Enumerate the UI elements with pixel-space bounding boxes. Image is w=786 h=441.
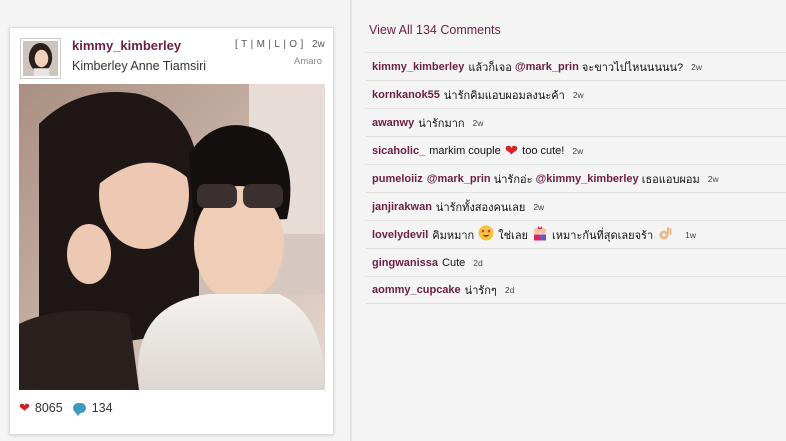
comment-item: sicaholic_ markim couple ❤ too cute! 2w xyxy=(366,136,786,164)
share-links: [ T | M | L | O ] xyxy=(235,39,304,50)
comment-item: kornkanok55 น่ารักคิมแอบผอมลงนะค้า 2w xyxy=(366,80,786,108)
comment-item: lovelydevil คิมหมาก ใช่เลย เหมาะกันที่สุ… xyxy=(366,220,786,248)
comment-time: 2w xyxy=(533,201,545,212)
comment-username[interactable]: kimmy_kimberley xyxy=(372,61,464,73)
filter-name: Amaro xyxy=(294,56,322,67)
post-card: kimmy_kimberley Kimberley Anne Tiamsiri … xyxy=(9,27,334,435)
comment-time: 2w xyxy=(572,89,584,100)
comment-bubble-icon[interactable] xyxy=(72,403,86,416)
comment-mention-2[interactable]: @kimmy_kimberley xyxy=(536,173,639,185)
comment-text: markim couple xyxy=(429,144,501,157)
comment-username[interactable]: janjirakwan xyxy=(372,201,432,213)
view-all-comments-link[interactable]: View All 134 Comments xyxy=(369,23,501,37)
comment-item: aommy_cupcake น่ารักๆ 2d xyxy=(366,276,786,304)
comment-username[interactable]: sicaholic_ xyxy=(372,145,425,157)
comment-mention[interactable]: @mark_prin xyxy=(515,61,579,73)
comment-username[interactable]: pumeloiiz xyxy=(372,173,423,185)
comment-time: 2w xyxy=(572,145,584,156)
like-count: 8065 xyxy=(34,401,63,415)
avatar[interactable] xyxy=(20,38,61,79)
comment-list: kimmy_kimberley แล้วก็เจอ @mark_prin จะข… xyxy=(366,52,786,304)
comment-item: kimmy_kimberley แล้วก็เจอ @mark_prin จะข… xyxy=(366,52,786,80)
comment-time: 2d xyxy=(504,285,515,295)
post-full-name: Kimberley Anne Tiamsiri xyxy=(72,59,207,73)
comment-text: แล้วก็เจอ xyxy=(468,61,512,74)
heart-icon: ❤ xyxy=(504,142,519,160)
comment-text-2: ใช่เลย xyxy=(498,229,529,242)
post-username[interactable]: kimmy_kimberley xyxy=(72,38,181,53)
comment-username[interactable]: kornkanok55 xyxy=(372,89,440,101)
comment-time: 2w xyxy=(472,117,484,128)
comment-text: น่ารักมาก xyxy=(418,117,465,130)
share-m-link[interactable]: M xyxy=(257,39,266,50)
share-o-link[interactable]: O xyxy=(289,39,297,50)
comment-text-3: เหมาะกันที่สุดเลยจร้า xyxy=(552,229,654,242)
comment-item: janjirakwan น่ารักทั้งสองคนเลย 2w xyxy=(366,192,786,220)
comment-time: 1w xyxy=(685,229,697,240)
comment-text: Cute xyxy=(442,256,466,269)
share-t-link[interactable]: T xyxy=(241,39,247,50)
comment-username[interactable]: gingwanissa xyxy=(372,257,438,269)
comment-username[interactable]: aommy_cupcake xyxy=(372,284,461,296)
comment-text: น่ารักๆ xyxy=(464,285,497,297)
comment-count: 134 xyxy=(91,401,113,415)
avatar-image xyxy=(23,41,58,76)
comment-time: 2w xyxy=(707,173,719,184)
stats-row: ❤ 8065 134 xyxy=(19,400,113,416)
column-divider xyxy=(350,0,352,441)
comment-text-2: เธอแอบผอม xyxy=(641,173,700,186)
comment-time: 2d xyxy=(473,257,483,268)
comment-text-2: too cute! xyxy=(522,144,565,157)
post-photo[interactable] xyxy=(19,84,325,390)
heart-icon[interactable]: ❤ xyxy=(19,400,30,416)
comment-item: gingwanissa Cute 2d xyxy=(366,248,786,276)
post-age: 2w xyxy=(312,39,325,50)
comment-text: น่ารักอ่ะ xyxy=(493,173,533,186)
comment-text-2: จะขาวไปไหนนนนน? xyxy=(581,61,684,74)
heart-eyes-icon xyxy=(478,225,494,244)
comment-text: น่ารักทั้งสองคนเลย xyxy=(435,201,526,214)
comment-username[interactable]: awanwy xyxy=(372,117,414,129)
share-l-link[interactable]: L xyxy=(274,39,280,50)
comment-text: น่ารักคิมแอบผอมลงนะค้า xyxy=(443,89,565,102)
comment-item: awanwy น่ารักมาก 2w xyxy=(366,108,786,136)
comment-text: คิมหมาก xyxy=(432,229,475,242)
couple-kiss-icon xyxy=(532,225,548,244)
ok-hand-icon xyxy=(657,225,673,244)
comment-username[interactable]: lovelydevil xyxy=(372,229,428,241)
comment-item: pumeloiiz @mark_prin น่ารักอ่ะ @kimmy_ki… xyxy=(366,164,786,192)
comment-time: 2w xyxy=(691,61,702,72)
comment-mention[interactable]: @mark_prin xyxy=(427,173,491,185)
